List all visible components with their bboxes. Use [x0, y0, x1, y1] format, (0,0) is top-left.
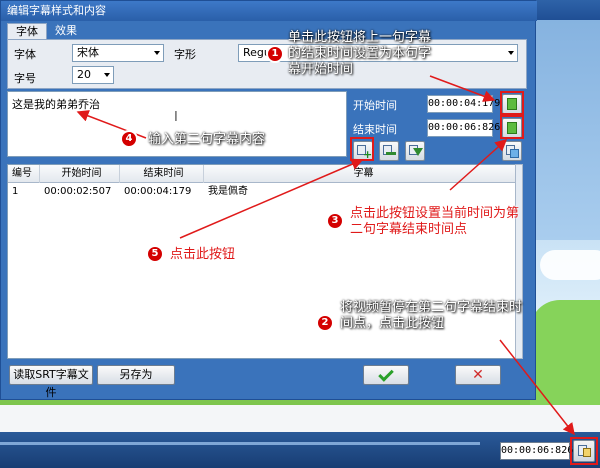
- annotation-text-2: 将视频暂停在第二句字幕结束时间点，点击此按钮: [340, 300, 523, 331]
- highlight-box-capture-button: [570, 437, 598, 465]
- table-header: 编号 开始时间 结束时间 字幕: [8, 165, 520, 183]
- cancel-button[interactable]: ✕: [455, 365, 501, 385]
- size-select[interactable]: 20: [72, 66, 114, 84]
- ok-button[interactable]: [363, 365, 409, 385]
- tab-bar: 字体 效果: [7, 23, 85, 39]
- cell-subtitle: 我是佩奇: [208, 186, 248, 197]
- end-time-input[interactable]: 00:00:06:826: [427, 119, 500, 137]
- annotation-text-1: 单击此按钮将上一句字幕的结束时间设置为本句字幕开始时间: [288, 30, 432, 77]
- tab-effect[interactable]: 效果: [47, 23, 85, 39]
- end-time-label: 结束时间: [353, 123, 397, 136]
- checkmark-icon: [378, 366, 394, 382]
- video-cloud: [540, 250, 600, 280]
- annotation-number-1: 1: [266, 45, 284, 63]
- highlight-box-add-button: [350, 137, 374, 161]
- dialog-title: 编辑字幕样式和内容: [1, 1, 537, 21]
- text-cursor-icon: I: [174, 110, 178, 125]
- col-header-start: 开始时间: [40, 165, 120, 183]
- save-as-button[interactable]: 另存为: [97, 365, 175, 385]
- seek-bar[interactable]: [0, 442, 480, 445]
- col-header-subtitle: 字幕: [204, 165, 520, 183]
- load-srt-button[interactable]: 读取SRT字幕文件: [9, 365, 93, 399]
- annotation-number-4: 4: [120, 130, 138, 148]
- annotation-number-5: 5: [146, 245, 164, 263]
- window-back-icon: [510, 149, 519, 158]
- start-time-input[interactable]: 00:00:04:179: [427, 95, 500, 113]
- start-time-label: 开始时间: [353, 99, 397, 112]
- window-toggle-button[interactable]: [502, 141, 522, 161]
- insert-mark-icon: [386, 152, 396, 155]
- size-select-value: 20: [77, 68, 91, 81]
- annotation-text-3: 点击此按钮设置当前时间为第二句字幕结束时间点: [350, 206, 520, 237]
- move-down-button[interactable]: [405, 141, 425, 161]
- annotation-text-4: 输入第二句字幕内容: [148, 132, 266, 147]
- annotation-number-3: 3: [326, 212, 344, 230]
- cell-end: 00:00:04:179: [124, 186, 192, 197]
- tab-font[interactable]: 字体: [7, 23, 47, 39]
- down-arrow-icon: [413, 148, 423, 156]
- player-time-display: 00:00:06:826: [500, 442, 573, 460]
- font-select-value: 宋体: [77, 46, 99, 59]
- col-header-end: 结束时间: [120, 165, 204, 183]
- cell-index: 1: [12, 186, 19, 197]
- chevron-down-icon: [104, 73, 110, 77]
- close-icon: ✕: [472, 367, 484, 383]
- font-settings-panel: 字体 宋体 字形 Regu 字号 20: [7, 39, 527, 89]
- chevron-down-icon: [154, 51, 160, 55]
- font-select[interactable]: 宋体: [72, 44, 164, 62]
- cell-start: 00:00:02:507: [44, 186, 112, 197]
- highlight-box-start-button: [500, 91, 524, 115]
- style-label: 字形: [174, 48, 196, 61]
- subtitle-text-value: 这是我的弟弟乔治: [12, 98, 100, 111]
- insert-subtitle-button[interactable]: [379, 141, 399, 161]
- table-row[interactable]: 1 00:00:02:507 00:00:04:179 我是佩奇: [8, 184, 520, 200]
- font-label: 字体: [14, 48, 36, 61]
- annotation-text-5: 点击此按钮: [170, 247, 236, 262]
- chevron-down-icon: [508, 51, 514, 55]
- app-right-panel: [536, 20, 600, 240]
- timeline-area: [0, 405, 600, 432]
- size-label: 字号: [14, 72, 36, 85]
- highlight-box-end-button: [500, 115, 524, 139]
- col-header-index: 编号: [8, 165, 40, 183]
- content-panel: 这是我的弟弟乔治 I 开始时间 00:00:04:179 结束时间 00:00:…: [7, 91, 527, 161]
- video-grass: [530, 300, 600, 410]
- annotation-number-2: 2: [316, 314, 334, 332]
